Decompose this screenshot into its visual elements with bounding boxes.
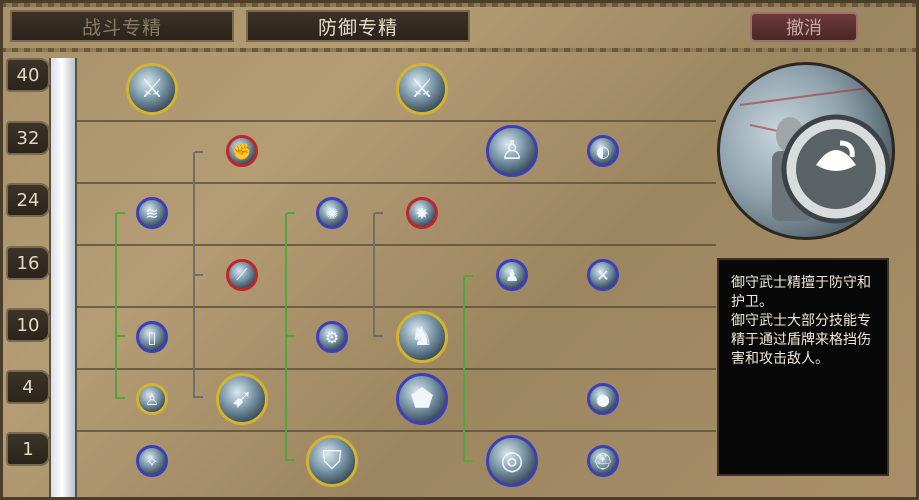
shield-block-icon: ⛉ <box>322 445 342 476</box>
energy-icon: ✧ <box>145 451 159 471</box>
sword-strike-icon: ⚔ <box>410 74 434 104</box>
skill-node[interactable]: ⬟ <box>396 373 448 425</box>
shield-emblem-icon <box>739 84 891 224</box>
skill-node[interactable]: ◐ <box>587 135 619 167</box>
class-portrait <box>717 62 895 240</box>
leap-attack-icon: ➹ <box>231 384 253 414</box>
orb-icon: ● <box>596 389 610 409</box>
tier-divider <box>76 120 716 122</box>
tier-label-10: 10 <box>6 308 50 342</box>
helmet-icon: ⛑ <box>592 451 614 471</box>
skill-node[interactable]: ✧ <box>136 445 168 477</box>
tier-label-4: 4 <box>6 370 50 404</box>
skill-node[interactable]: ♟ <box>496 259 528 291</box>
prereq-line <box>373 212 383 337</box>
header-rope-divider <box>0 48 919 52</box>
spin-attack-icon: ✺ <box>325 203 339 223</box>
gear-shield-icon: ⚙ <box>324 327 340 347</box>
prereq-line <box>463 275 473 462</box>
wind-slash-icon: ≋ <box>145 203 159 223</box>
skill-node[interactable]: ▯ <box>136 321 168 353</box>
tier-divider <box>76 244 716 246</box>
skill-node[interactable]: ♙ <box>136 383 168 415</box>
top-rope-border <box>0 3 919 7</box>
skill-node[interactable]: ⚔ <box>396 63 448 115</box>
skill-node[interactable]: ⚔ <box>126 63 178 115</box>
skill-node[interactable]: ✺ <box>316 197 348 229</box>
claw-slash-icon: ⚔ <box>140 74 164 104</box>
skill-node[interactable]: ♞ <box>396 311 448 363</box>
description-line-2: 御守武士大部分技能专精于通过盾牌来格挡伤害和攻击敌人。 <box>731 313 871 367</box>
skill-node[interactable]: ✸ <box>406 197 438 229</box>
skill-node[interactable]: ⟋ <box>226 259 258 291</box>
prereq-line <box>285 212 295 461</box>
tier-label-24: 24 <box>6 183 50 217</box>
skill-node[interactable]: ● <box>587 383 619 415</box>
skill-node[interactable]: ≋ <box>136 197 168 229</box>
tab-combat-mastery[interactable]: 战斗专精 <box>10 10 234 42</box>
skill-node[interactable]: ⛑ <box>587 445 619 477</box>
tier-label-1: 1 <box>6 432 50 466</box>
strike-burst-icon: ✸ <box>415 203 429 223</box>
skill-node[interactable]: ✕ <box>587 259 619 291</box>
level-progress-bar <box>49 58 77 498</box>
tier-divider <box>76 368 716 370</box>
prereq-line <box>193 151 203 398</box>
warrior-pose-icon: ♙ <box>500 136 524 166</box>
skill-node[interactable]: ⛉ <box>306 435 358 487</box>
skill-node[interactable]: ◎ <box>486 435 538 487</box>
shield-icon: ⬟ <box>410 384 434 414</box>
blade-cut-icon: ⟋ <box>236 265 248 284</box>
cancel-button[interactable]: 撤消 <box>750 12 858 42</box>
prereq-line <box>115 212 125 399</box>
tier-divider <box>76 430 716 432</box>
skill-description: 御守武士精擅于防守和护卫。 御守武士大部分技能专精于通过盾牌来格挡伤害和攻击敌人… <box>717 258 889 476</box>
slash-arc-icon: ◐ <box>596 141 610 161</box>
skill-tree-panel: 战斗专精 防御专精 撤消 40 32 24 16 10 4 1 ⚔ ⚔ ✊ ♙ ◐ ≋ ✺ ✸… <box>0 0 919 500</box>
tier-divider <box>76 182 716 184</box>
warrior-stance-icon: ♟ <box>504 265 520 285</box>
figure-icon: ♙ <box>144 389 160 409</box>
tier-label-32: 32 <box>6 121 50 155</box>
skill-node[interactable]: ⚙ <box>316 321 348 353</box>
tier-label-16: 16 <box>6 246 50 280</box>
fist-blow-icon: ✊ <box>232 141 252 161</box>
tier-label-40: 40 <box>6 58 50 92</box>
armored-knight-icon: ♞ <box>410 322 434 352</box>
round-shield-icon: ◎ <box>500 446 524 476</box>
scroll-icon: ▯ <box>147 327 157 347</box>
weapon-cross-icon: ✕ <box>596 265 610 285</box>
skill-node[interactable]: ➹ <box>216 373 268 425</box>
tier-divider <box>76 306 716 308</box>
skill-node[interactable]: ✊ <box>226 135 258 167</box>
tab-defense-mastery[interactable]: 防御专精 <box>246 10 470 42</box>
description-line-1: 御守武士精擅于防守和护卫。 <box>731 275 871 310</box>
skill-node[interactable]: ♙ <box>486 125 538 177</box>
